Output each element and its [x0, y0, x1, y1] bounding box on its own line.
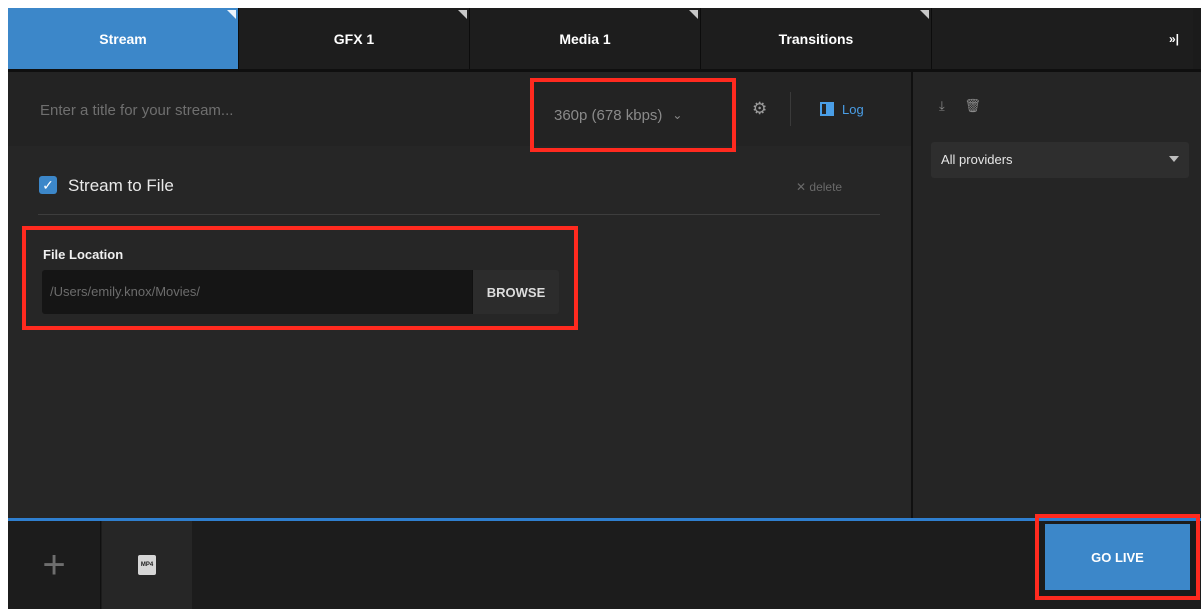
- tab-gfx-1[interactable]: GFX 1: [239, 8, 470, 69]
- stream-panel: 360p (678 kbps) ⌄ ⚙ Log ✓ Stream to File…: [8, 72, 911, 518]
- quality-dropdown[interactable]: 360p (678 kbps) ⌄: [530, 78, 736, 152]
- stream-to-file-label: Stream to File: [68, 176, 174, 195]
- file-path-value: /Users/emily.knox/Movies/: [50, 284, 201, 299]
- caret-down-icon: [1169, 156, 1179, 162]
- file-location-section: File Location /Users/emily.knox/Movies/ …: [22, 226, 578, 330]
- stream-to-file-checkbox[interactable]: ✓: [39, 176, 57, 194]
- output-tab-mp4[interactable]: MP4: [102, 518, 192, 609]
- tab-media-1[interactable]: Media 1: [470, 8, 701, 69]
- tab-label: Media 1: [559, 30, 611, 47]
- quality-value: 360p (678 kbps): [554, 106, 663, 124]
- tab-label: GFX 1: [333, 30, 375, 47]
- skip-end-icon: »|: [1168, 31, 1179, 46]
- app-window: Stream GFX 1 Media 1 Transitions »| 360p…: [8, 8, 1201, 609]
- divider: [790, 92, 791, 126]
- panel-toggle-icon: [820, 102, 834, 116]
- tab-corner-icon: [227, 10, 236, 19]
- delete-button[interactable]: ✕ delete: [796, 180, 842, 194]
- provider-select[interactable]: All providers: [931, 142, 1189, 178]
- tab-label: Stream: [99, 30, 147, 47]
- mp4-file-icon: MP4: [138, 555, 156, 575]
- tabs-overflow-button[interactable]: »|: [932, 8, 1193, 69]
- gear-icon[interactable]: ⚙: [752, 100, 770, 118]
- download-icon[interactable]: ⤓: [939, 98, 945, 113]
- provider-value: All providers: [941, 152, 1013, 167]
- tab-corner-icon: [920, 10, 929, 19]
- go-live-button[interactable]: GO LIVE: [1045, 524, 1190, 590]
- file-path-field[interactable]: /Users/emily.knox/Movies/ BROWSE: [42, 270, 559, 314]
- add-output-button[interactable]: +: [8, 521, 101, 609]
- bottom-bar: + MP4 GO LIVE: [8, 514, 1201, 609]
- chevron-down-icon: ⌄: [672, 108, 683, 122]
- stream-title-bar: [8, 72, 911, 146]
- log-button[interactable]: Log: [820, 99, 864, 119]
- tab-corner-icon: [458, 10, 467, 19]
- tab-transitions[interactable]: Transitions: [701, 8, 932, 69]
- tab-corner-icon: [689, 10, 698, 19]
- plus-icon: +: [42, 542, 66, 587]
- mp4-label: MP4: [140, 562, 154, 568]
- stream-title-input[interactable]: [38, 98, 462, 122]
- log-label: Log: [842, 101, 864, 117]
- trash-icon[interactable]: 🗑: [964, 98, 981, 113]
- file-location-label: File Location: [43, 247, 124, 262]
- providers-panel: ⤓ 🗑 All providers: [911, 72, 1201, 518]
- tab-stream[interactable]: Stream: [8, 8, 239, 69]
- go-live-highlight: GO LIVE: [1035, 514, 1200, 600]
- tab-label: Transitions: [778, 30, 854, 47]
- browse-button[interactable]: BROWSE: [472, 270, 559, 314]
- tab-bar: Stream GFX 1 Media 1 Transitions »|: [8, 8, 1201, 72]
- provider-toolbar: ⤓ 🗑: [939, 98, 997, 114]
- divider: [38, 214, 880, 215]
